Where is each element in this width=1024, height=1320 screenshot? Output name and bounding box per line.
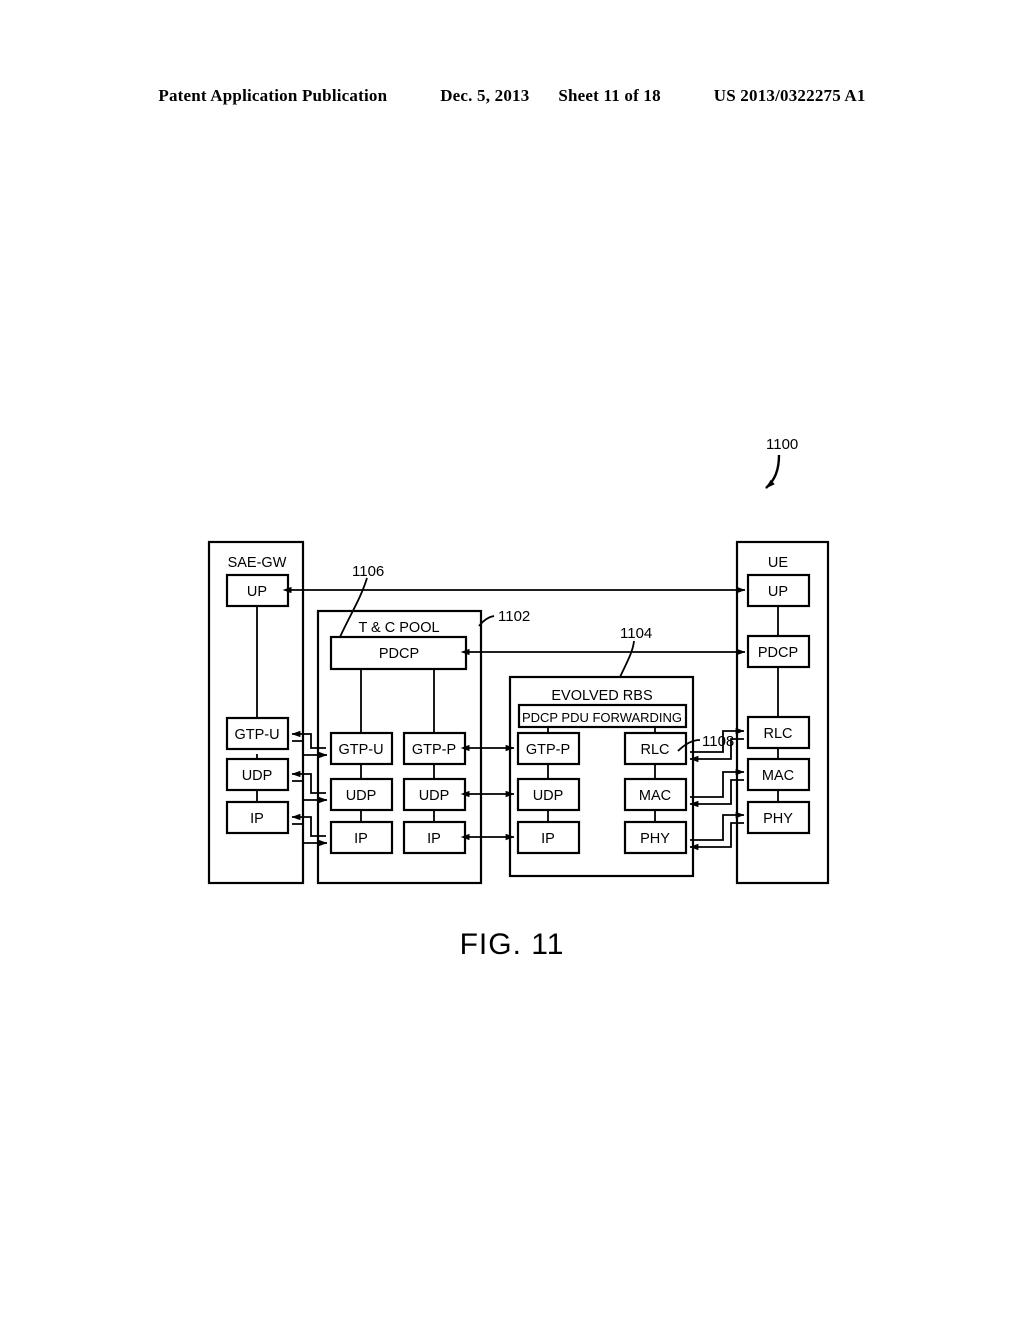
evolved-rbs-pdcp-pdu-forwarding-label: PDCP PDU FORWARDING: [522, 710, 682, 725]
evolved-rbs-udp-label: UDP: [533, 788, 564, 804]
evolved-rbs-phy-label: PHY: [640, 831, 670, 847]
t-c-pool-title: T & C POOL: [358, 620, 439, 636]
ue-mac-label: MAC: [762, 768, 794, 784]
tc-pool-ip-left-label: IP: [354, 831, 368, 847]
ue-title: UE: [768, 555, 788, 571]
evolved-rbs-mac-label: MAC: [639, 788, 671, 804]
ref-1106-label: 1106: [352, 563, 384, 580]
evolved-rbs-gtpp-label: GTP-P: [526, 742, 570, 758]
figure-11-diagram: 1100 SAE-GW UP GTP-U UDP IP T & C POOL P…: [0, 0, 1024, 1320]
ue-up-label: UP: [768, 584, 788, 600]
evolved-rbs-title: EVOLVED RBS: [551, 688, 652, 704]
ue-pdcp-label: PDCP: [758, 645, 798, 661]
figure-caption: FIG. 11: [459, 928, 565, 961]
sae-gw-udp-label: UDP: [242, 768, 273, 784]
ref-1104-label: 1104: [620, 625, 652, 642]
sae-gw-up-label: UP: [247, 584, 267, 600]
diagram-ref-1100-arrow: [765, 454, 781, 489]
ref-1104-leader: [619, 640, 635, 678]
tc-pool-gtpp-label: GTP-P: [412, 742, 456, 758]
tc-pool-pdcp-label: PDCP: [379, 646, 419, 662]
sae-gw-title: SAE-GW: [228, 555, 287, 571]
tc-pool-udp-right-label: UDP: [419, 788, 450, 804]
ue-phy-label: PHY: [763, 811, 793, 827]
tc-pool-gtpu-label: GTP-U: [338, 742, 383, 758]
diagram-ref-1100-label: 1100: [766, 436, 798, 453]
ref-1102-label: 1102: [498, 608, 530, 625]
ref-1108-label: 1108: [702, 733, 734, 750]
evolved-rbs-rlc-label: RLC: [640, 742, 669, 758]
sae-gw-ip-label: IP: [250, 811, 264, 827]
sae-gw-gtpu-label: GTP-U: [234, 727, 279, 743]
tc-pool-ip-right-label: IP: [427, 831, 441, 847]
ue-rlc-label: RLC: [763, 726, 792, 742]
tc-pool-udp-left-label: UDP: [346, 788, 377, 804]
evolved-rbs-ip-label: IP: [541, 831, 555, 847]
